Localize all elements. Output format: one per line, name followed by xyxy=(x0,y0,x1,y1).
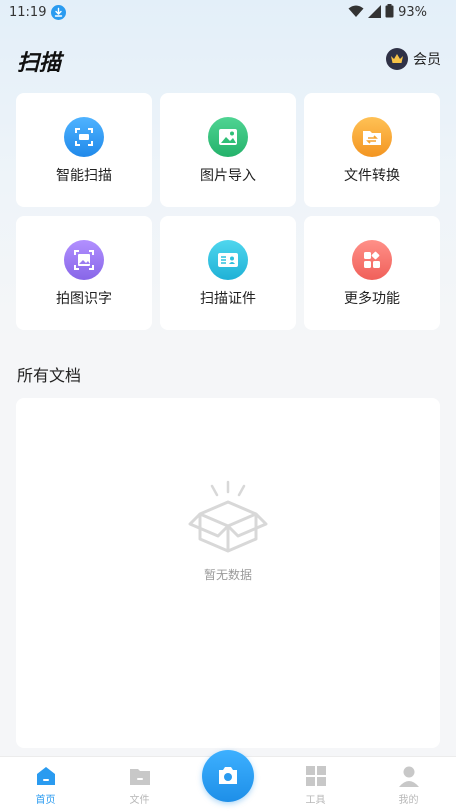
cell-signal-icon xyxy=(368,4,381,18)
nav-item-tools[interactable]: 工具 xyxy=(270,757,361,812)
tile-photo-ocr[interactable]: 拍图识字 xyxy=(16,216,152,330)
tile-smart-scan[interactable]: 智能扫描 xyxy=(16,93,152,207)
file-convert-icon xyxy=(352,117,392,157)
tile-label: 更多功能 xyxy=(344,291,400,307)
nav-label: 工具 xyxy=(305,795,326,806)
camera-button[interactable] xyxy=(202,750,254,802)
image-import-icon xyxy=(208,117,248,157)
camera-icon xyxy=(219,767,237,784)
tile-label: 扫描证件 xyxy=(200,291,256,307)
crown-icon xyxy=(386,48,408,70)
tools-grid-icon xyxy=(306,766,326,786)
scan-icon xyxy=(64,117,104,157)
nav-item-profile[interactable]: 我的 xyxy=(363,757,454,812)
tile-label: 图片导入 xyxy=(200,168,256,184)
nav-label: 我的 xyxy=(398,795,419,806)
tile-id-scan[interactable]: 扫描证件 xyxy=(160,216,296,330)
photo-ocr-icon xyxy=(64,240,104,280)
vip-label: 会员 xyxy=(413,52,441,68)
nav-label: 文件 xyxy=(129,795,150,806)
documents-panel: 暂无数据 xyxy=(16,398,440,748)
tile-more-features[interactable]: 更多功能 xyxy=(304,216,440,330)
page-title: 扫描 xyxy=(17,51,62,76)
tile-label: 拍图识字 xyxy=(56,291,112,307)
wifi-icon xyxy=(348,5,364,17)
home-icon xyxy=(37,767,55,785)
signal-indicators xyxy=(348,4,394,18)
nav-label: 首页 xyxy=(35,795,56,806)
section-title: 所有文档 xyxy=(17,366,82,385)
user-icon xyxy=(399,766,419,787)
battery-icon xyxy=(385,4,394,18)
download-icon xyxy=(51,5,66,20)
tile-file-convert[interactable]: 文件转换 xyxy=(304,93,440,207)
tile-image-import[interactable]: 图片导入 xyxy=(160,93,296,207)
more-features-icon xyxy=(352,240,392,280)
vip-button[interactable]: 会员 xyxy=(386,48,441,70)
empty-state-text: 暂无数据 xyxy=(203,568,252,582)
tile-label: 文件转换 xyxy=(344,168,400,184)
nav-item-home[interactable]: 首页 xyxy=(0,757,91,812)
nav-item-files[interactable]: 文件 xyxy=(94,757,185,812)
status-bar: 11:19 93% xyxy=(0,0,456,26)
status-time: 11:19 xyxy=(9,5,47,20)
empty-box-icon xyxy=(187,478,269,564)
id-card-icon xyxy=(208,240,248,280)
battery-percent: 93% xyxy=(398,5,427,20)
folder-icon xyxy=(130,769,150,785)
tile-label: 智能扫描 xyxy=(56,168,112,184)
